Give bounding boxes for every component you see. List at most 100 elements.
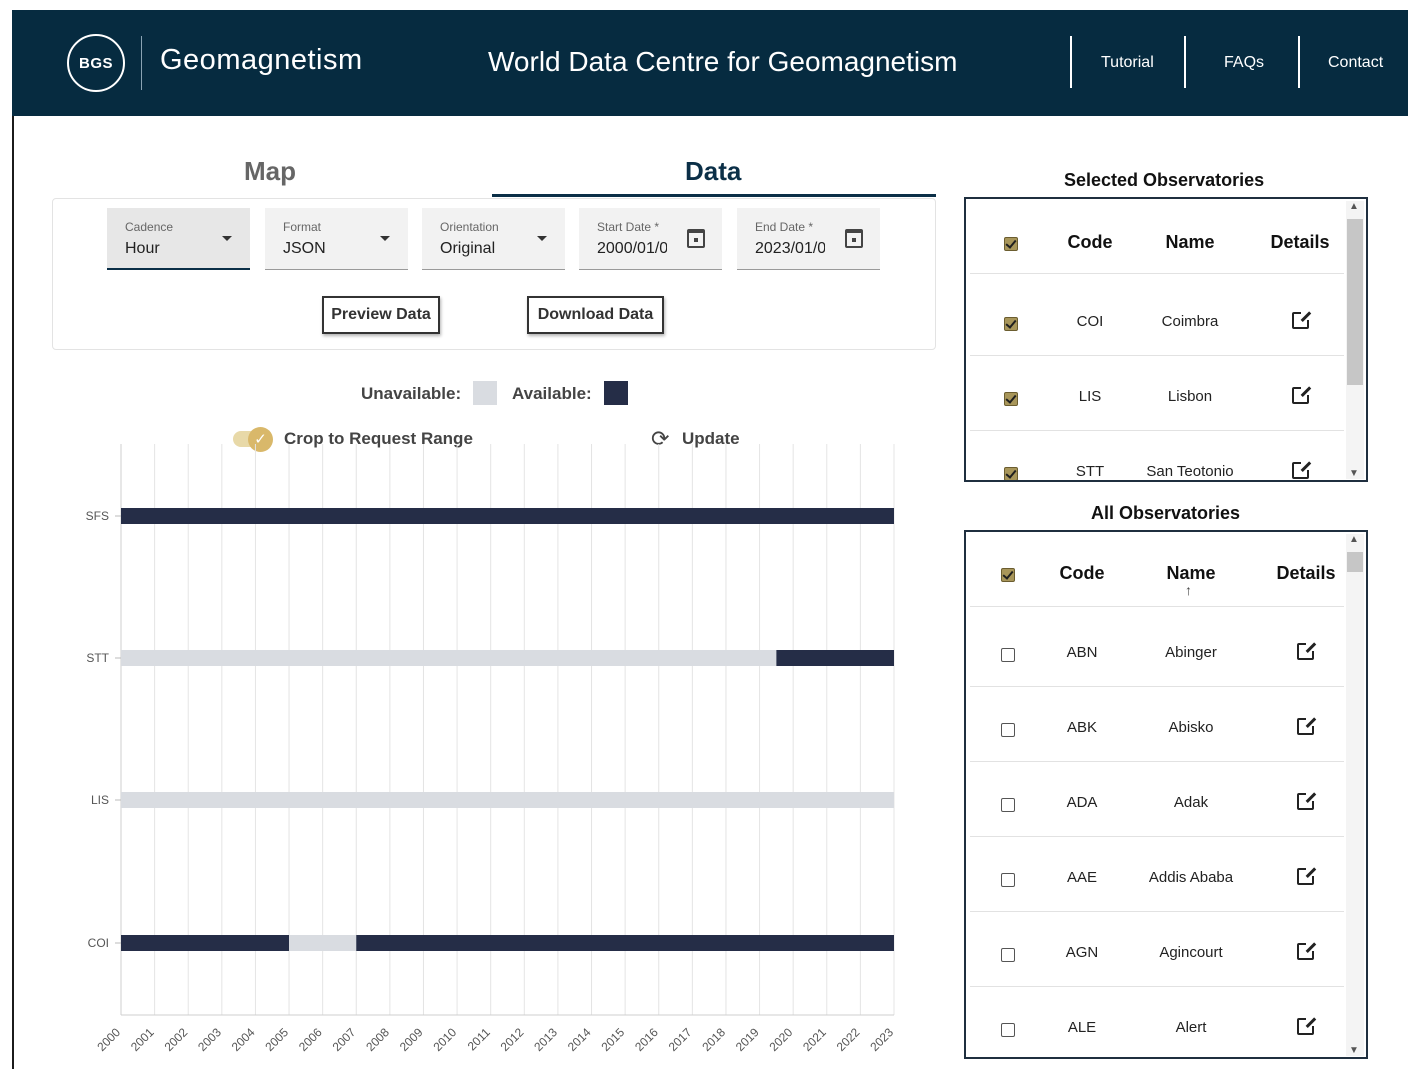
scrollbar[interactable]: ▲ ▼: [1346, 534, 1364, 1056]
scroll-down-icon[interactable]: ▼: [1349, 468, 1359, 479]
scroll-thumb[interactable]: [1347, 552, 1363, 572]
name-header[interactable]: Name: [1151, 563, 1231, 584]
table-row[interactable]: COI Coimbra: [970, 281, 1344, 356]
x-tick-label: 2011: [465, 1025, 493, 1053]
available-bar: [356, 935, 894, 951]
all-observatories-table: Code Name ↑ Details ABN Abinger ABK Abisko A…: [964, 530, 1368, 1059]
row-checkbox[interactable]: [1004, 317, 1018, 331]
active-tab-indicator: [492, 194, 936, 197]
external-link-icon[interactable]: [1297, 641, 1316, 660]
scrollbar[interactable]: ▲ ▼: [1346, 201, 1364, 479]
arrow-up-icon[interactable]: ↑: [1185, 582, 1192, 598]
format-select[interactable]: Format JSON: [265, 208, 408, 270]
x-tick-label: 2022: [834, 1025, 863, 1054]
row-checkbox[interactable]: [1001, 873, 1015, 887]
nav-tutorial-link[interactable]: Tutorial: [1101, 54, 1154, 72]
x-tick-label: 2014: [565, 1025, 594, 1054]
x-tick-label: 2015: [598, 1025, 627, 1054]
external-link-icon[interactable]: [1297, 1016, 1316, 1035]
x-tick-label: 2002: [162, 1025, 191, 1054]
x-tick-label: 2017: [666, 1025, 695, 1054]
legend-available-swatch: [604, 381, 628, 405]
external-link-icon[interactable]: [1292, 310, 1311, 329]
external-link-icon[interactable]: [1297, 716, 1316, 735]
table-row[interactable]: ABN Abinger: [970, 612, 1344, 687]
row-checkbox[interactable]: [1001, 948, 1015, 962]
select-all-checkbox[interactable]: [1004, 237, 1018, 251]
observatory-name: Agincourt: [1159, 944, 1223, 961]
scroll-up-icon[interactable]: ▲: [1349, 534, 1359, 545]
x-tick-label: 2021: [800, 1025, 829, 1054]
table-row[interactable]: LIS Lisbon: [970, 356, 1344, 431]
code-header[interactable]: Code: [1050, 232, 1130, 253]
table-row[interactable]: STT San Teotonio: [970, 431, 1344, 480]
name-header[interactable]: Name: [1150, 232, 1230, 253]
nav-divider: [1184, 36, 1186, 88]
x-tick-label: 2008: [363, 1025, 392, 1054]
start-date-field[interactable]: Start Date * 2000/01/01: [579, 208, 722, 270]
tab-data[interactable]: Data: [685, 156, 741, 187]
code-header[interactable]: Code: [1042, 563, 1122, 584]
row-checkbox[interactable]: [1001, 648, 1015, 662]
logo-text: BGS: [78, 54, 113, 72]
observatory-code: ADA: [1066, 794, 1098, 811]
cadence-select[interactable]: Cadence Hour: [107, 208, 250, 270]
unavailable-bar: [121, 650, 777, 666]
calendar-icon[interactable]: [845, 229, 863, 248]
preview-data-button[interactable]: Preview Data: [322, 296, 440, 334]
scroll-up-icon[interactable]: ▲: [1349, 201, 1359, 212]
unavailable-bar: [289, 935, 357, 951]
brand-name: Geomagnetism: [160, 44, 363, 76]
row-checkbox[interactable]: [1001, 1023, 1015, 1037]
observatory-name: Abisko: [1168, 719, 1214, 736]
observatory-code: AAE: [1066, 869, 1097, 886]
end-date-field[interactable]: End Date * 2023/01/01: [737, 208, 880, 270]
chevron-down-icon: [380, 236, 390, 241]
external-link-icon[interactable]: [1292, 385, 1311, 404]
external-link-icon[interactable]: [1297, 791, 1316, 810]
x-tick-label: 2019: [733, 1025, 762, 1054]
x-tick-label: 2006: [296, 1025, 325, 1054]
table-row[interactable]: AAE Addis Ababa: [970, 837, 1344, 912]
legend-available-label: Available:: [512, 384, 592, 403]
calendar-icon[interactable]: [687, 229, 705, 248]
external-link-icon[interactable]: [1292, 460, 1311, 479]
scroll-thumb[interactable]: [1347, 219, 1363, 385]
external-link-icon[interactable]: [1297, 866, 1316, 885]
tab-map[interactable]: Map: [244, 156, 296, 187]
table-header-row: Code Name Details: [970, 199, 1344, 274]
start-date-label: Start Date *: [597, 220, 660, 234]
observatory-name: Coimbra: [1161, 313, 1219, 330]
x-tick-label: 2013: [531, 1025, 560, 1054]
observatory-name: Adak: [1173, 794, 1209, 811]
scroll-down-icon[interactable]: ▼: [1349, 1045, 1359, 1056]
external-link-icon[interactable]: [1297, 941, 1316, 960]
row-checkbox[interactable]: [1001, 723, 1015, 737]
table-row[interactable]: ALE Alert: [970, 987, 1344, 1057]
download-data-button[interactable]: Download Data: [527, 296, 664, 334]
table-row[interactable]: ADA Adak: [970, 762, 1344, 837]
end-date-value: 2023/01/01: [755, 240, 825, 257]
x-tick-label: 2020: [767, 1025, 796, 1054]
selected-observatories-table: Code Name Details COI Coimbra LIS Lisbon STT…: [964, 197, 1368, 482]
x-tick-label: 2007: [330, 1025, 359, 1054]
legend-unavailable-swatch: [473, 381, 497, 405]
orientation-select[interactable]: Orientation Original: [422, 208, 565, 270]
page-border: [12, 116, 14, 1069]
row-checkbox[interactable]: [1004, 467, 1018, 480]
select-all-checkbox[interactable]: [1001, 568, 1015, 582]
details-header: Details: [1270, 232, 1330, 252]
row-checkbox[interactable]: [1001, 798, 1015, 812]
all-table-title: All Observatories: [1091, 503, 1241, 523]
table-row[interactable]: ABK Abisko: [970, 687, 1344, 762]
nav-contact-link[interactable]: Contact: [1328, 54, 1383, 72]
y-tick-label: STT: [86, 651, 109, 665]
table-row[interactable]: AGN Agincourt: [970, 912, 1344, 987]
availability-chart: SFS STT LIS COI 2000 2001 2002 2003 2004 2005 2006…: [86, 444, 896, 1054]
observatory-name: Alert: [1175, 1019, 1207, 1036]
row-checkbox[interactable]: [1004, 392, 1018, 406]
nav-faqs-link[interactable]: FAQs: [1224, 54, 1264, 72]
logo-divider: [141, 36, 142, 90]
bgs-logo[interactable]: BGS: [67, 34, 125, 92]
legend-unavailable-label: Unavailable:: [361, 384, 462, 403]
